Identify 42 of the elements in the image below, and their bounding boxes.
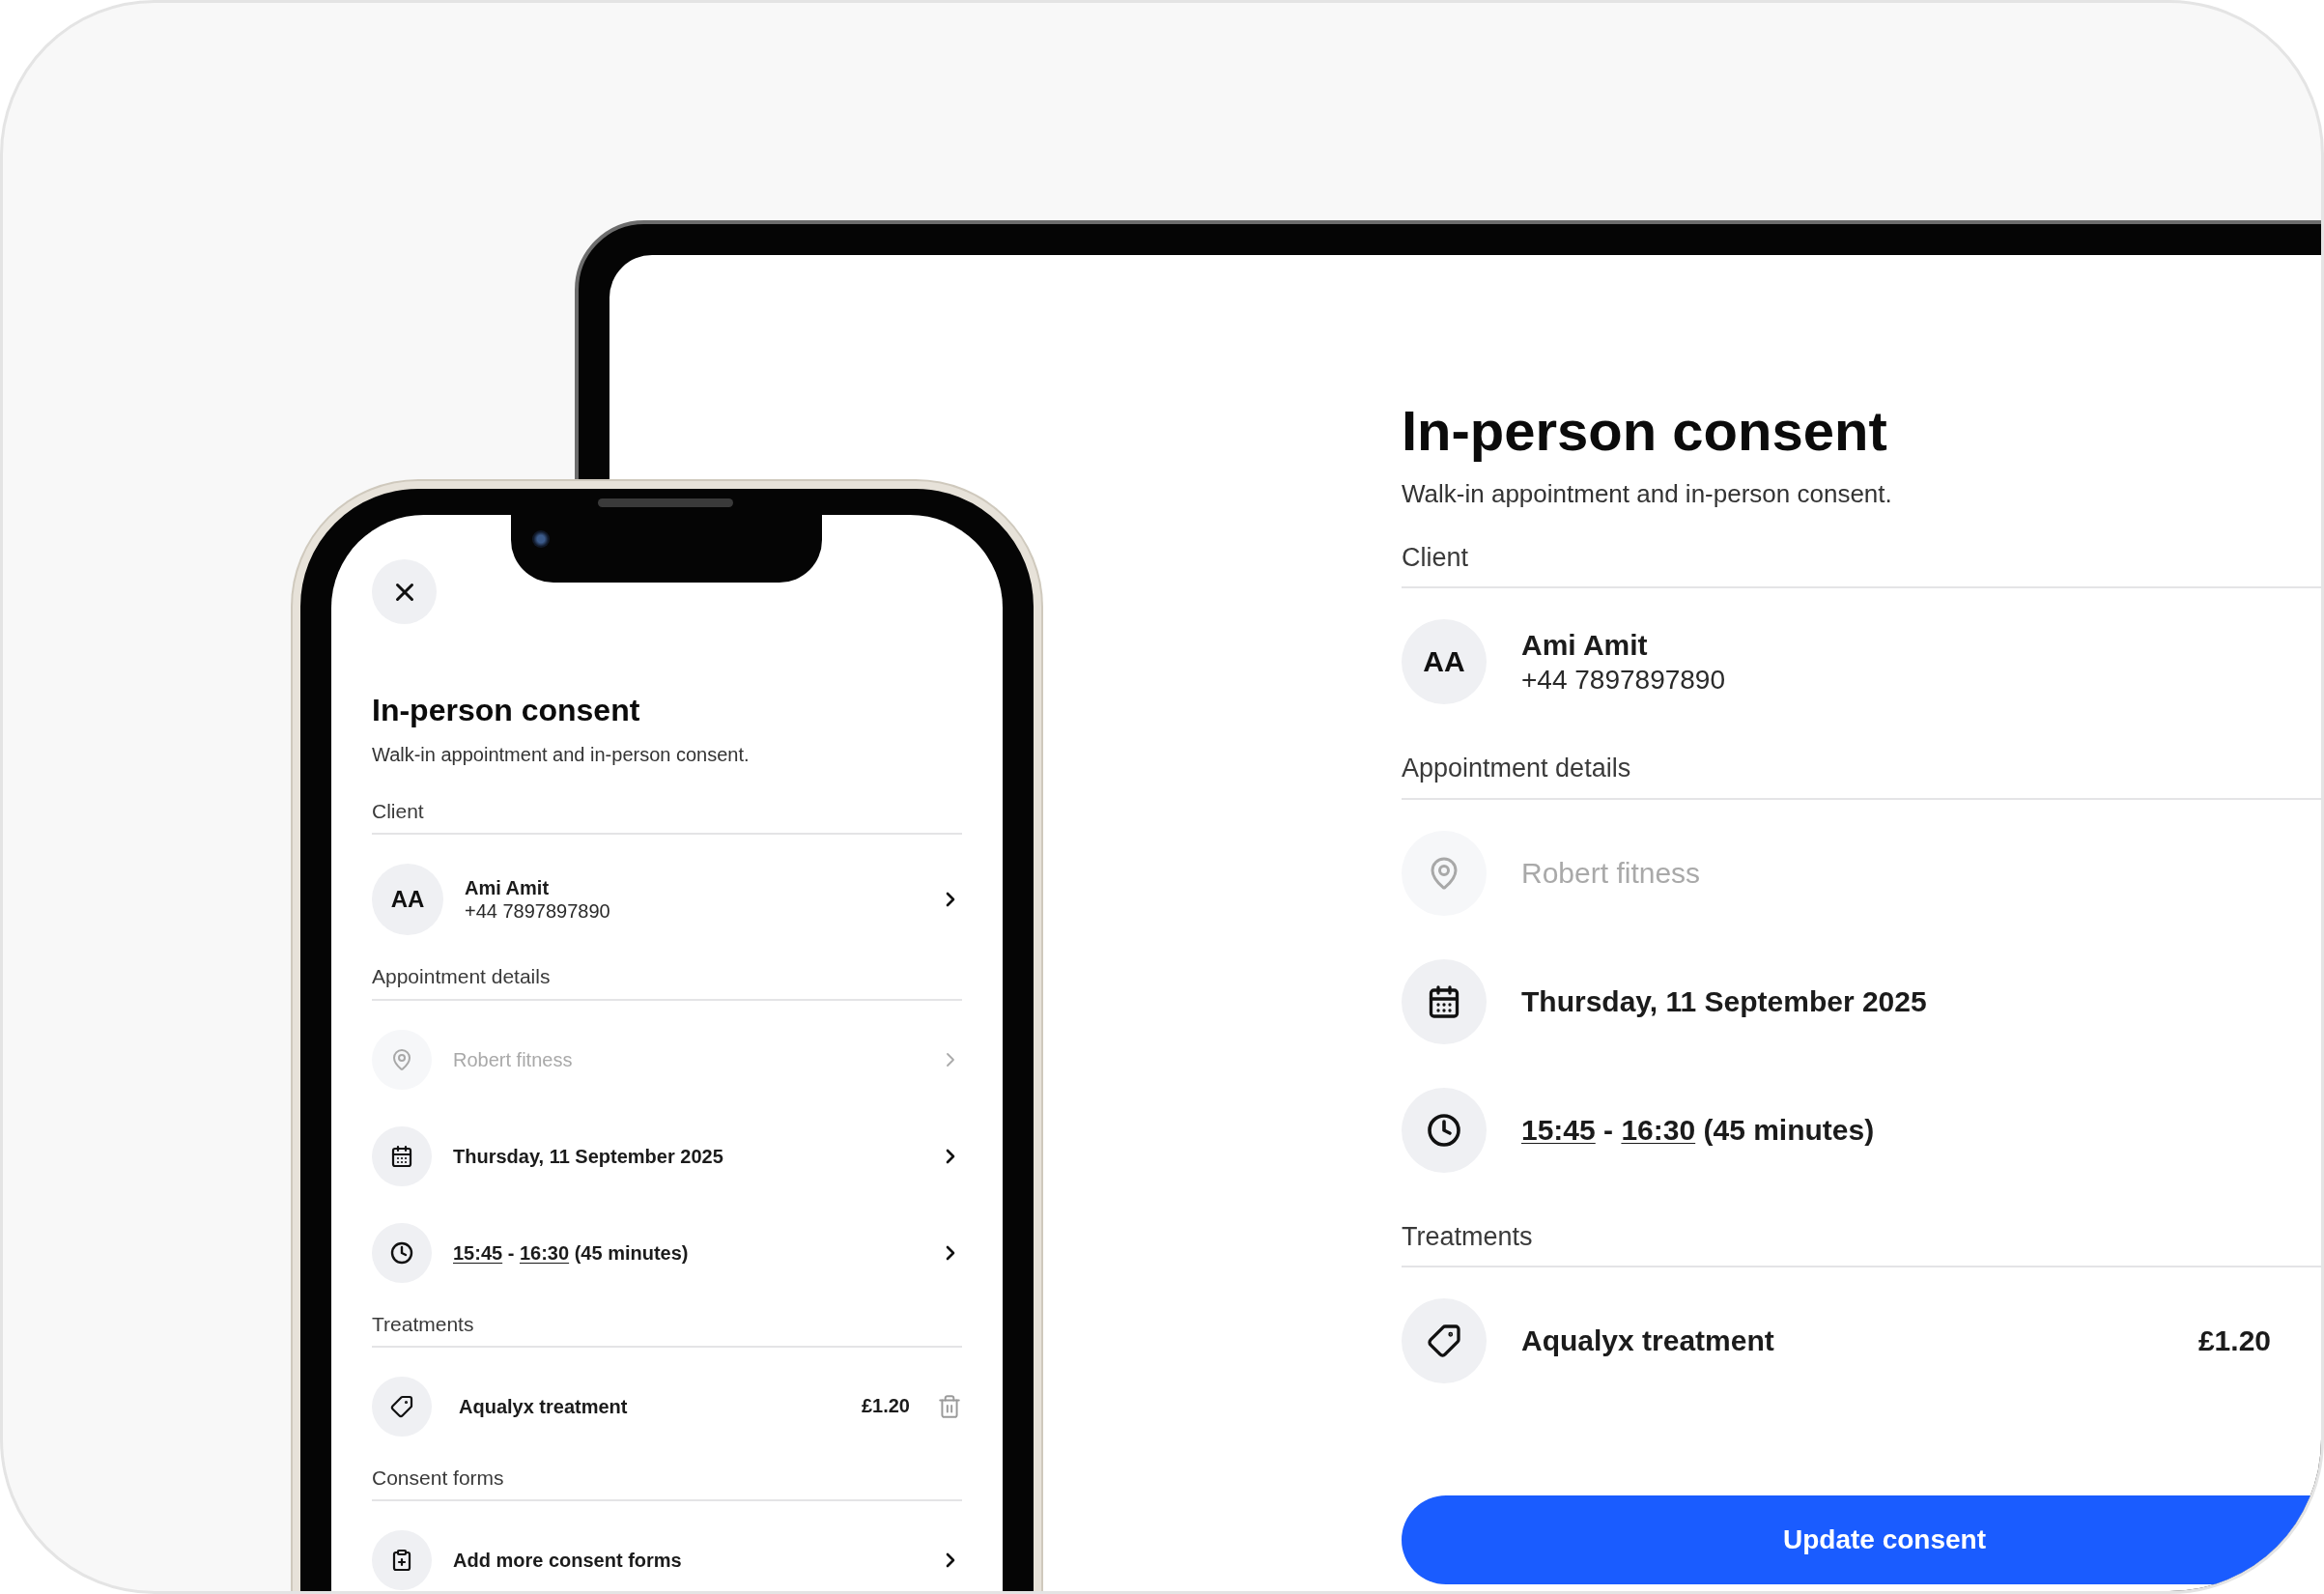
clock-icon <box>390 1240 413 1265</box>
client-name: Ami Amit <box>1521 627 1649 663</box>
clipboard-plus-icon <box>390 1548 413 1572</box>
section-label: Client <box>1402 542 2321 589</box>
section-label: Appointment details <box>1402 753 2321 800</box>
date-text: Thursday, 11 September 2025 <box>453 1144 724 1168</box>
camera-lens <box>532 530 550 548</box>
section-label: Appointment details <box>372 964 962 1001</box>
client-name: Ami Amit <box>465 875 551 899</box>
section-label: Treatments <box>1402 1220 2321 1268</box>
treatment-name: Aqualyx treatment <box>458 1394 629 1418</box>
page-title: In-person consent <box>1402 400 1888 462</box>
section-label: Treatments <box>372 1311 962 1348</box>
client-phone: +44 7897897890 <box>465 898 611 924</box>
section-label: Client <box>372 799 962 836</box>
end-time-link[interactable]: 16:30 <box>519 1241 570 1264</box>
avatar: AA <box>372 864 443 936</box>
page-subtitle: Walk-in appointment and in-person consent. <box>1402 478 1893 509</box>
time-range: 15:45 - 16:30 (45 minutes) <box>1521 1112 1876 1148</box>
avatar: AA <box>1402 619 1487 705</box>
calendar-icon <box>390 1144 413 1168</box>
trash-icon[interactable] <box>937 1393 962 1419</box>
page-title: In-person consent <box>372 694 641 728</box>
end-time-link[interactable]: 16:30 <box>1621 1113 1696 1146</box>
price: £1.20 <box>861 1395 910 1418</box>
row-text: Add more consent forms <box>453 1548 683 1572</box>
location-pin-icon <box>390 1047 413 1071</box>
tag-icon <box>1427 1324 1461 1359</box>
clock-icon <box>1427 1112 1461 1148</box>
tag-icon <box>390 1394 413 1418</box>
calendar-icon <box>1427 983 1461 1019</box>
price: £1.20 <box>2197 1324 2271 1358</box>
time-range: 15:45 - 16:30 (45 minutes) <box>453 1240 690 1265</box>
treatment-name: Aqualyx treatment <box>1521 1324 1775 1359</box>
page-subtitle: Walk-in appointment and in-person consent. <box>372 743 751 767</box>
location-text: Robert fitness <box>1521 855 1702 891</box>
section-label: Consent forms <box>372 1465 962 1501</box>
start-time-link[interactable]: 15:45 <box>453 1241 503 1264</box>
client-phone: +44 7897897890 <box>1521 663 1726 697</box>
start-time-link[interactable]: 15:45 <box>1521 1113 1596 1146</box>
location-text: Robert fitness <box>453 1047 574 1071</box>
date-text: Thursday, 11 September 2025 <box>1521 983 1928 1019</box>
